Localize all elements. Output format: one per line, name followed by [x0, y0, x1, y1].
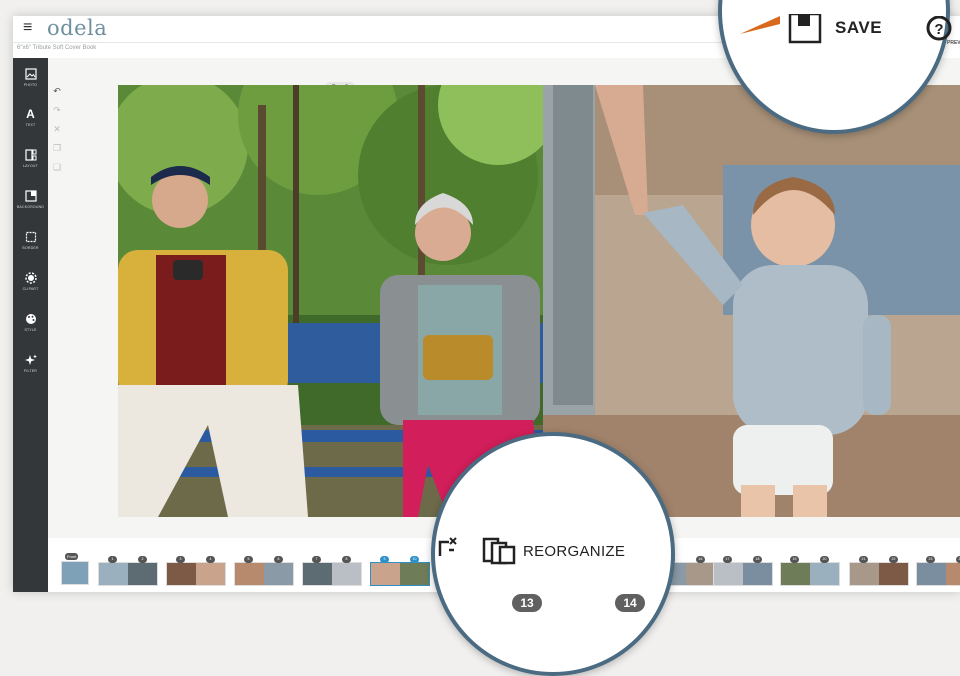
page-number-badge: 17	[723, 556, 732, 563]
page-number-badge: 8	[342, 556, 351, 563]
thumbnail-image	[302, 562, 362, 586]
edit-tools: ↶ ↷ ✕ ❐ ❏	[51, 86, 65, 181]
front-badge: Front	[65, 553, 79, 560]
page-number-badge: 24	[956, 556, 960, 563]
thumbnail-spread[interactable]: 23 24	[916, 553, 960, 586]
tool-border[interactable]: BORDER	[13, 231, 48, 250]
thumbnail-spread[interactable]: 12	[98, 553, 158, 586]
page-number-badge: 22	[889, 556, 898, 563]
tool-photo[interactable]: PHOTO	[13, 68, 48, 87]
page-badge-13: 13	[512, 594, 542, 612]
page-number-badge: 16	[696, 556, 705, 563]
tool-clipart[interactable]: CLIPART	[13, 272, 48, 291]
save-icon[interactable]	[788, 14, 822, 44]
odela-logo[interactable]: odela	[47, 16, 107, 40]
tool-filter[interactable]: FILTER	[13, 354, 48, 373]
page-number-badge: 18	[753, 556, 762, 563]
thumbnail-image	[849, 562, 909, 586]
thumbnail-spread[interactable]: 9 10	[370, 553, 430, 586]
image-icon	[24, 68, 37, 80]
page-number-badge: 6	[274, 556, 283, 563]
tool-label: PHOTO	[23, 83, 38, 87]
page-number-badge: 7	[312, 556, 321, 563]
thumbnail-image	[370, 562, 430, 586]
page-number-badge: 4	[206, 556, 215, 563]
page-photo-left[interactable]	[118, 85, 543, 517]
tool-label: LAYOUT	[23, 164, 38, 168]
tool-text[interactable]: A TEXT	[13, 108, 48, 127]
background-icon	[24, 190, 37, 202]
page-number-badge: 1	[108, 556, 117, 563]
thumbnail-image	[780, 562, 840, 586]
thumbnail-spread[interactable]: 78	[302, 553, 362, 586]
book-title: 6"x6" Tribute Soft Cover Book	[17, 45, 97, 51]
thumbnail-image	[166, 562, 226, 586]
paste-icon[interactable]: ❏	[52, 162, 62, 172]
app-window: ≡ odela 6"x6" Tribute Soft Cover Book PH…	[13, 0, 960, 676]
tool-label: CLIPART	[22, 287, 39, 291]
tool-sidebar: PHOTO A TEXT LAYOUT BACKGROUND BORDER CL…	[13, 58, 48, 592]
layout-icon	[24, 149, 36, 161]
tool-label: BACKGROUND	[16, 205, 45, 209]
preview-button[interactable]: PREVIEW	[947, 40, 960, 46]
thumbnail-spread[interactable]: 56	[234, 553, 294, 586]
page-number-badge: 20	[820, 556, 829, 563]
redo-icon[interactable]: ↷	[52, 105, 62, 115]
reorganize-button[interactable]: REORGANIZE	[523, 543, 625, 560]
thumbnail-image	[234, 562, 294, 586]
thumbnail-spread[interactable]: 21 22	[849, 553, 909, 586]
save-button[interactable]: SAVE	[835, 18, 882, 38]
thumbnail-front[interactable]: Front	[61, 553, 89, 585]
page-number-badge: 3	[176, 556, 185, 563]
page-badge-14: 14	[615, 594, 645, 612]
tool-label: BORDER	[22, 246, 39, 250]
tool-style[interactable]: STYLE	[13, 313, 48, 332]
thumbnail-spread[interactable]: 34	[166, 553, 226, 586]
thumbnail-image	[713, 562, 773, 586]
copy-icon[interactable]: ❐	[52, 143, 62, 153]
cut-icon[interactable]: ✕	[52, 124, 62, 134]
tool-label: FILTER	[24, 369, 37, 373]
tool-background[interactable]: BACKGROUND	[13, 190, 48, 209]
thumbnail-image	[98, 562, 158, 586]
page-number-badge: 23	[926, 556, 935, 563]
menu-icon[interactable]: ≡	[23, 20, 32, 36]
page-number-badge: 2	[138, 556, 147, 563]
filter-icon	[24, 354, 37, 365]
pointer-arrow-icon	[740, 16, 780, 34]
undo-icon[interactable]: ↶	[52, 86, 62, 96]
thumbnail-spread[interactable]: 19 20	[780, 553, 840, 586]
palette-icon	[25, 314, 36, 324]
thumbnail-spread[interactable]: 17 18	[713, 553, 773, 586]
page-number-badge: 19	[790, 556, 799, 563]
page-number-badge: 21	[859, 556, 868, 563]
tool-layout[interactable]: LAYOUT	[13, 149, 48, 168]
thumbnail-image	[916, 562, 960, 586]
shuffle-icon[interactable]	[437, 536, 459, 560]
clipart-icon	[24, 272, 37, 284]
border-icon	[25, 231, 36, 243]
text-icon: A	[26, 107, 35, 121]
reorganize-icon[interactable]	[482, 537, 516, 565]
page-number-badge: 10	[410, 556, 419, 563]
page-number-badge: 5	[244, 556, 253, 563]
tool-label: STYLE	[24, 328, 37, 332]
svg-text:?: ?	[934, 21, 943, 38]
couple-on-bench-photo	[118, 85, 543, 517]
tool-label: TEXT	[25, 123, 36, 127]
page-number-badge: 9	[380, 556, 389, 563]
